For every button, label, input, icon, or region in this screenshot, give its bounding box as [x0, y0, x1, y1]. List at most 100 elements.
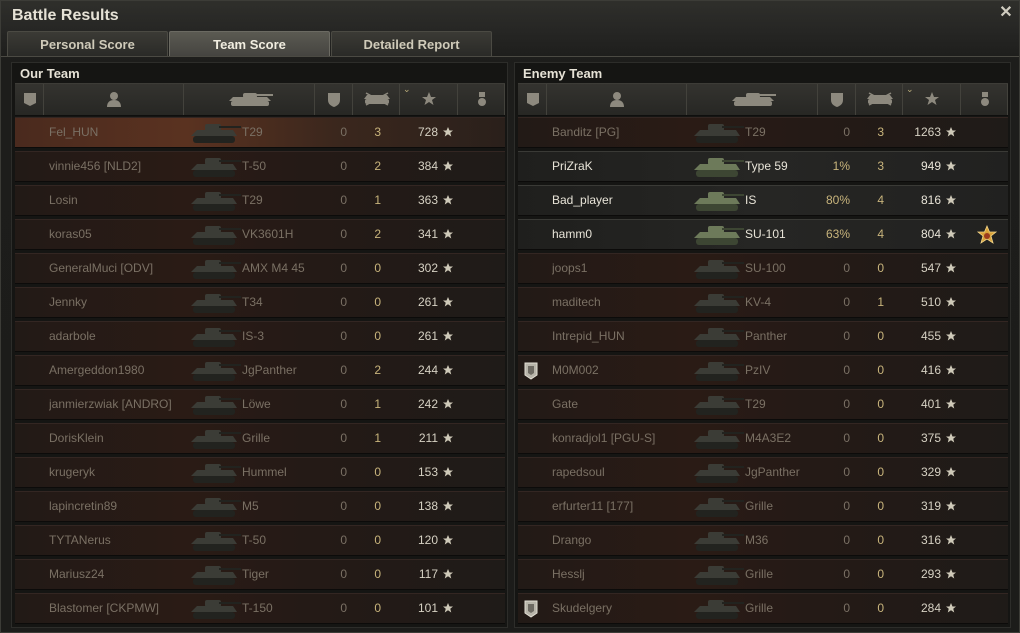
- our-header-flag[interactable]: [15, 84, 44, 115]
- damage-value: 0: [340, 329, 347, 343]
- star-icon: [946, 535, 956, 545]
- tank-icon: [694, 226, 744, 245]
- damage-value: 0: [340, 295, 347, 309]
- star-icon: [946, 229, 956, 239]
- xp-value: 384: [417, 159, 438, 173]
- tab-personal-score[interactable]: Personal Score: [7, 31, 168, 56]
- player-row[interactable]: Skudelgery Grille 0 0 284: [518, 593, 1008, 624]
- kills-value: 4: [877, 193, 884, 207]
- player-row[interactable]: krugeryk Hummel 0 0 153: [15, 457, 505, 488]
- player-row[interactable]: Mariusz24 Tiger 0 0 117: [15, 559, 505, 590]
- player-row[interactable]: Jennky T34 0 0 261: [15, 287, 505, 318]
- kills-value: 1: [877, 295, 884, 309]
- xp-value: 302: [417, 261, 438, 275]
- tank-icon: [694, 362, 744, 381]
- player-row[interactable]: erfurter11 [177] Grille 0 0 319: [518, 491, 1008, 522]
- kills-value: 0: [374, 567, 381, 581]
- damage-value: 0: [340, 499, 347, 513]
- our-header-player[interactable]: [44, 84, 184, 115]
- player-row[interactable]: Losin T29 0 1 363: [15, 185, 505, 216]
- player-row[interactable]: hamm0 SU-101 63% 4 804: [518, 219, 1008, 250]
- xp-value: 329: [920, 465, 941, 479]
- tank-icon: [191, 260, 241, 279]
- xp-value: 455: [920, 329, 941, 343]
- enemy-header-player[interactable]: [547, 84, 687, 115]
- player-row[interactable]: koras05 VK3601H 0 2 341: [15, 219, 505, 250]
- tank-icon: [694, 158, 744, 177]
- enemy-header-medal[interactable]: [961, 84, 1008, 115]
- player-row[interactable]: M0M002 PzIV 0 0 416: [518, 355, 1008, 386]
- xp-value: 244: [417, 363, 438, 377]
- player-row[interactable]: janmierzwiak [ANDRO] Löwe 0 1 242: [15, 389, 505, 420]
- player-row[interactable]: lapincretin89 M5 0 0 138: [15, 491, 505, 522]
- player-row[interactable]: adarbole IS-3 0 0 261: [15, 321, 505, 352]
- player-row[interactable]: konradjol1 [PGU-S] M4A3E2 0 0 375: [518, 423, 1008, 454]
- star-icon: [443, 195, 453, 205]
- tab-detailed-report[interactable]: Detailed Report: [331, 31, 492, 56]
- tab-team-score[interactable]: Team Score: [169, 31, 330, 56]
- player-row[interactable]: GeneralMuci [ODV] AMX M4 45 0 0 302: [15, 253, 505, 284]
- player-row[interactable]: PriZraK Type 59 1% 3 949: [518, 151, 1008, 182]
- player-row[interactable]: Banditz [PG] T29 0 3 1263: [518, 117, 1008, 148]
- star-icon: [946, 569, 956, 579]
- tank-icon: [191, 600, 241, 619]
- our-header-medal[interactable]: [458, 84, 505, 115]
- kills-value: 0: [877, 567, 884, 581]
- player-row[interactable]: rapedsoul JgPanther 0 0 329: [518, 457, 1008, 488]
- player-row[interactable]: Blastomer [CKPMW] T-150 0 0 101: [15, 593, 505, 624]
- enemy-header-tank[interactable]: [687, 84, 818, 115]
- player-row[interactable]: Fel_HUN T29 0 3 728: [15, 117, 505, 148]
- close-icon[interactable]: ✕: [999, 5, 1013, 21]
- player-row[interactable]: Amergeddon1980 JgPanther 0 2 244: [15, 355, 505, 386]
- kills-value: 0: [877, 499, 884, 513]
- damage-value: 63%: [825, 227, 850, 241]
- enemy-team-panel: Enemy Team ⌄ Banditz [PG] T29 0 3 1263 PriZra…: [514, 62, 1011, 628]
- our-header-shield[interactable]: [315, 84, 353, 115]
- player-row[interactable]: joops1 SU-100 0 0 547: [518, 253, 1008, 284]
- our-header-kills[interactable]: [353, 84, 400, 115]
- tank-icon: [191, 464, 241, 483]
- tank-icon: [191, 532, 241, 551]
- xp-value: 101: [417, 601, 438, 615]
- player-row[interactable]: Drango M36 0 0 316: [518, 525, 1008, 556]
- damage-value: 80%: [825, 193, 850, 207]
- tank-icon: [694, 294, 744, 313]
- battle-results-window: Battle Results ✕ Personal Score Team Sco…: [0, 0, 1020, 633]
- star-icon: [443, 161, 453, 171]
- kills-value: 0: [877, 329, 884, 343]
- flag-icon: [527, 93, 539, 106]
- player-row[interactable]: vinnie456 [NLD2] T-50 0 2 384: [15, 151, 505, 182]
- player-row[interactable]: Gate T29 0 0 401: [518, 389, 1008, 420]
- xp-value: 375: [920, 431, 941, 445]
- kills-icon: [867, 92, 893, 106]
- player-row[interactable]: Bad_player IS 80% 4 816: [518, 185, 1008, 216]
- player-row[interactable]: TYTANerus T-50 0 0 120: [15, 525, 505, 556]
- enemy-header-kills[interactable]: [856, 84, 903, 115]
- player-row[interactable]: Intrepid_HUN Panther 0 0 455: [518, 321, 1008, 352]
- damage-value: 0: [340, 567, 347, 581]
- enemy-header-flag[interactable]: [518, 84, 547, 115]
- kills-value: 1: [374, 397, 381, 411]
- achievement-medal-icon[interactable]: [976, 225, 998, 247]
- xp-value: 242: [417, 397, 438, 411]
- player-row[interactable]: maditech KV-4 0 1 510: [518, 287, 1008, 318]
- kills-value: 0: [374, 499, 381, 513]
- player-row[interactable]: Hesslj Grille 0 0 293: [518, 559, 1008, 590]
- our-header-tank[interactable]: [184, 84, 315, 115]
- experience-icon: [925, 92, 939, 105]
- enemy-header-shield[interactable]: [818, 84, 856, 115]
- xp-value: 293: [920, 567, 941, 581]
- our-team-panel: Our Team ⌄ Fel_HUN T29 0 3 728 vinnie456 [NLD…: [11, 62, 508, 628]
- kills-value: 2: [374, 159, 381, 173]
- damage-value: 0: [340, 159, 347, 173]
- our-header-star[interactable]: ⌄: [400, 84, 458, 115]
- enemy-header-star[interactable]: ⌄: [903, 84, 961, 115]
- damage-value: 0: [843, 533, 850, 547]
- player-row[interactable]: DorisKlein Grille 0 1 211: [15, 423, 505, 454]
- sort-indicator-icon: ⌄: [906, 84, 914, 94]
- kills-value: 0: [877, 533, 884, 547]
- player-icon: [107, 92, 121, 107]
- our-team-header: ⌄: [15, 83, 505, 116]
- tank-icon: [694, 396, 744, 415]
- tank-icon: [694, 192, 744, 211]
